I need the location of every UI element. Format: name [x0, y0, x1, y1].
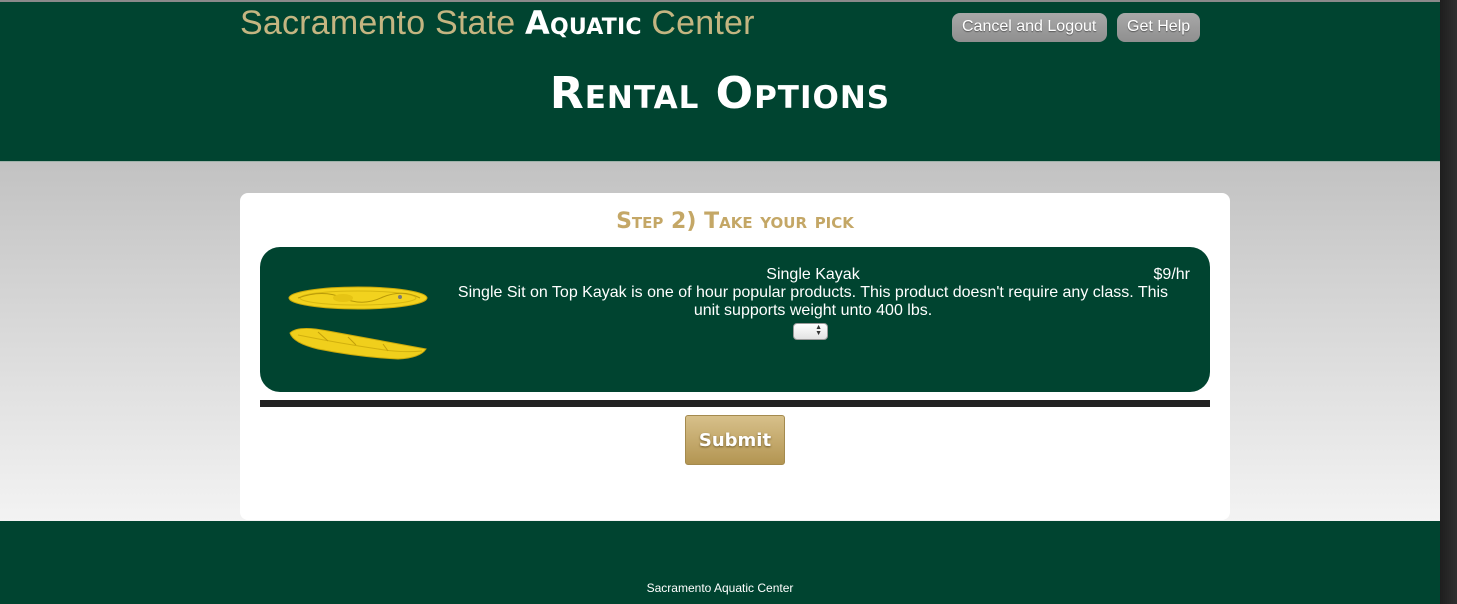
product-description: Single Sit on Top Kayak is one of hour p…	[457, 284, 1169, 319]
quantity-select[interactable]: ▲ ▼	[793, 323, 828, 340]
select-arrows-icon: ▲ ▼	[815, 324, 822, 337]
footer: Sacramento Aquatic Center	[0, 521, 1440, 604]
site-title-prefix: Sacramento State	[240, 4, 525, 42]
site-title-suffix: Center	[641, 4, 755, 42]
product-item: Single Kayak $9/hr Single Sit on Top Kay…	[260, 247, 1210, 392]
product-price: $9/hr	[1153, 266, 1190, 283]
get-help-button[interactable]: Get Help	[1117, 13, 1200, 42]
site-title-strong: Aquatic	[525, 4, 642, 42]
cancel-and-logout-button[interactable]: Cancel and Logout	[952, 13, 1107, 42]
kayak-image	[288, 286, 428, 360]
submit-button[interactable]: Submit	[685, 415, 785, 465]
page: Sacramento State Aquatic Center Cancel a…	[0, 0, 1440, 604]
step-title: Step 2) Take your pick	[616, 209, 854, 234]
page-title: Rental Options	[549, 68, 891, 119]
product-name: Single Kayak	[766, 266, 860, 283]
footer-text: Sacramento Aquatic Center	[646, 581, 794, 595]
header: Sacramento State Aquatic Center Cancel a…	[0, 0, 1440, 162]
rental-card: Step 2) Take your pick Single Kayak $9/h…	[240, 193, 1230, 520]
main-content: Step 2) Take your pick Single Kayak $9/h…	[0, 162, 1440, 521]
window-edge	[1440, 0, 1457, 604]
divider	[260, 400, 1210, 407]
site-title: Sacramento State Aquatic Center	[240, 4, 755, 43]
